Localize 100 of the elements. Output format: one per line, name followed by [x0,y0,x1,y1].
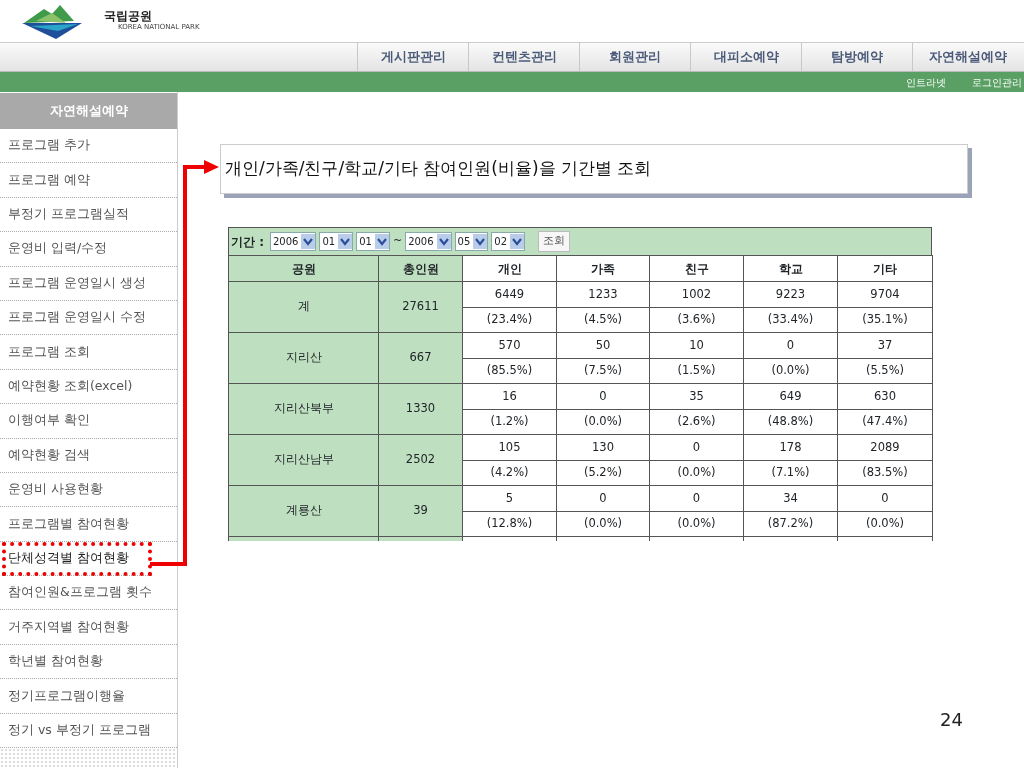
table-cell: 2502 [378,434,463,486]
table-cell: (2.6%) [649,409,744,435]
column-header: 공원 [228,255,379,282]
table-cell: 지리산 [228,332,379,384]
table-cell: 105 [462,434,557,460]
caret-icon [510,234,525,249]
date-select[interactable]: 2006 [270,232,317,251]
table-cell: (48.8%) [743,409,838,435]
table-cell: 9223 [743,281,838,307]
table-cell: (0.0%) [556,409,650,435]
table-cell: 계 [228,281,379,333]
sidebar-item[interactable]: 학년별 참여현황 [0,644,177,680]
sidebar-header: 자연해설예약 [0,93,177,129]
date-select[interactable]: 05 [454,232,489,251]
table-cell: 0 [649,434,744,460]
nav-menu-item[interactable]: 자연해설예약 [912,43,1023,71]
table-cell: 570 [462,332,557,358]
table-cell: (1.2%) [462,409,557,435]
table-cell: 계룡산 [228,485,379,537]
table-cell: 10 [649,332,744,358]
sidebar-item[interactable]: 프로그램 운영일시 생성 [0,266,177,301]
sidebar-item[interactable]: 참여인원&프로그램 횟수 [0,576,177,611]
nav-menu-item[interactable]: 게시판관리 [357,43,468,71]
table-cell: (4.2%) [462,460,557,486]
table-cell: 130 [556,434,650,460]
logo-title: 국립공원 [104,9,153,22]
column-header: 개인 [462,255,557,282]
sidebar-item[interactable]: 프로그램별 참여현황 [0,507,177,542]
table-cell: (5.5%) [837,358,933,384]
table-cell: 0 [649,485,744,511]
column-header: 가족 [556,255,650,282]
sidebar-item[interactable]: 프로그램 추가 [0,129,177,164]
column-header: 친구 [649,255,744,282]
date-select[interactable]: 02 [491,232,526,251]
table-cell: (3.6%) [649,307,744,333]
table-cell: 6449 [462,281,557,307]
date-select[interactable]: 2006 [405,232,452,251]
table-cell: (1.5%) [649,358,744,384]
table-cell: 5 [462,485,557,511]
table-cell: (4.5%) [556,307,650,333]
nav-menu-item[interactable]: 컨텐츠관리 [468,43,579,71]
table-cell: 지리산북부 [228,383,379,435]
table-cell: 39 [378,485,463,537]
search-button[interactable]: 조회 [538,231,571,252]
table-cell: (7.1%) [743,460,838,486]
table-cell: (87.2%) [743,511,838,537]
table-cell: 0 [837,485,933,511]
table-cell: 667 [378,332,463,384]
nav-menu-item[interactable]: 탐방예약 [801,43,912,71]
table-cell: 0 [556,383,650,409]
sidebar-item[interactable]: 거주지역별 참여현황 [0,610,177,645]
table-cell: (0.0%) [743,358,838,384]
table-cell: 178 [743,434,838,460]
table-cell: 34 [743,485,838,511]
date-select[interactable]: 01 [356,232,390,251]
sidebar-item[interactable]: 이행여부 확인 [0,404,177,439]
sidebar-item[interactable]: 프로그램 조회 [0,335,177,370]
caret-icon [301,234,316,249]
page-number: 24 [940,708,963,732]
sidebar-item[interactable]: 운영비 사용현황 [0,472,177,508]
column-header: 학교 [743,255,838,282]
table-cell: 630 [837,383,933,409]
table-cell: 2089 [837,434,933,460]
table-cell: (23.4%) [462,307,557,333]
sidebar-item[interactable]: 부정기 프로그램실적 [0,197,177,233]
table-cell: 37 [837,332,933,358]
sidebar-item[interactable]: 단체성격별 참여현황 [2,541,152,577]
sidebar-item[interactable]: 정기 vs 부정기 프로그램 [0,713,177,749]
sidebar-item[interactable]: 프로그램 운영일시 수정 [0,300,177,336]
table-cell: 649 [743,383,838,409]
table-cell: 50 [556,332,650,358]
nav-menu-item[interactable]: 회원관리 [579,43,690,71]
sidebar-item[interactable]: 프로그램 예약 [0,163,177,198]
table-cell: 1233 [556,281,650,307]
filter-label: 기간 : [231,233,264,251]
sidebar-item[interactable]: 예약현황 검색 [0,438,177,473]
caret-icon [473,234,488,249]
table-cell: 27611 [378,281,463,333]
table-cell: 0 [556,485,650,511]
table-cell: (5.2%) [556,460,650,486]
table-cell: (35.1%) [837,307,933,333]
table-cell: 1330 [378,383,463,435]
table-cell: (47.4%) [837,409,933,435]
table-cell: (33.4%) [743,307,838,333]
nav-menu-item[interactable]: 대피소예약 [690,43,801,71]
table-cell: 1002 [649,281,744,307]
table-cell: 지리산남부 [228,434,379,486]
table-cell: 35 [649,383,744,409]
caret-icon [374,234,389,249]
sidebar-item[interactable]: 운영비 입력/수정 [0,232,177,267]
caret-icon [436,234,451,249]
sidebar-item[interactable]: 정기프로그램이행율 [0,679,177,714]
table-cell: (85.5%) [462,358,557,384]
sidebar-item[interactable]: 예약현황 조회(excel) [0,369,177,405]
date-select[interactable]: 01 [319,232,354,251]
table-cell: 16 [462,383,557,409]
table-cell: (0.0%) [837,511,933,537]
table-cell: (0.0%) [556,511,650,537]
range-separator: ~ [392,233,403,250]
table-cell: (7.5%) [556,358,650,384]
